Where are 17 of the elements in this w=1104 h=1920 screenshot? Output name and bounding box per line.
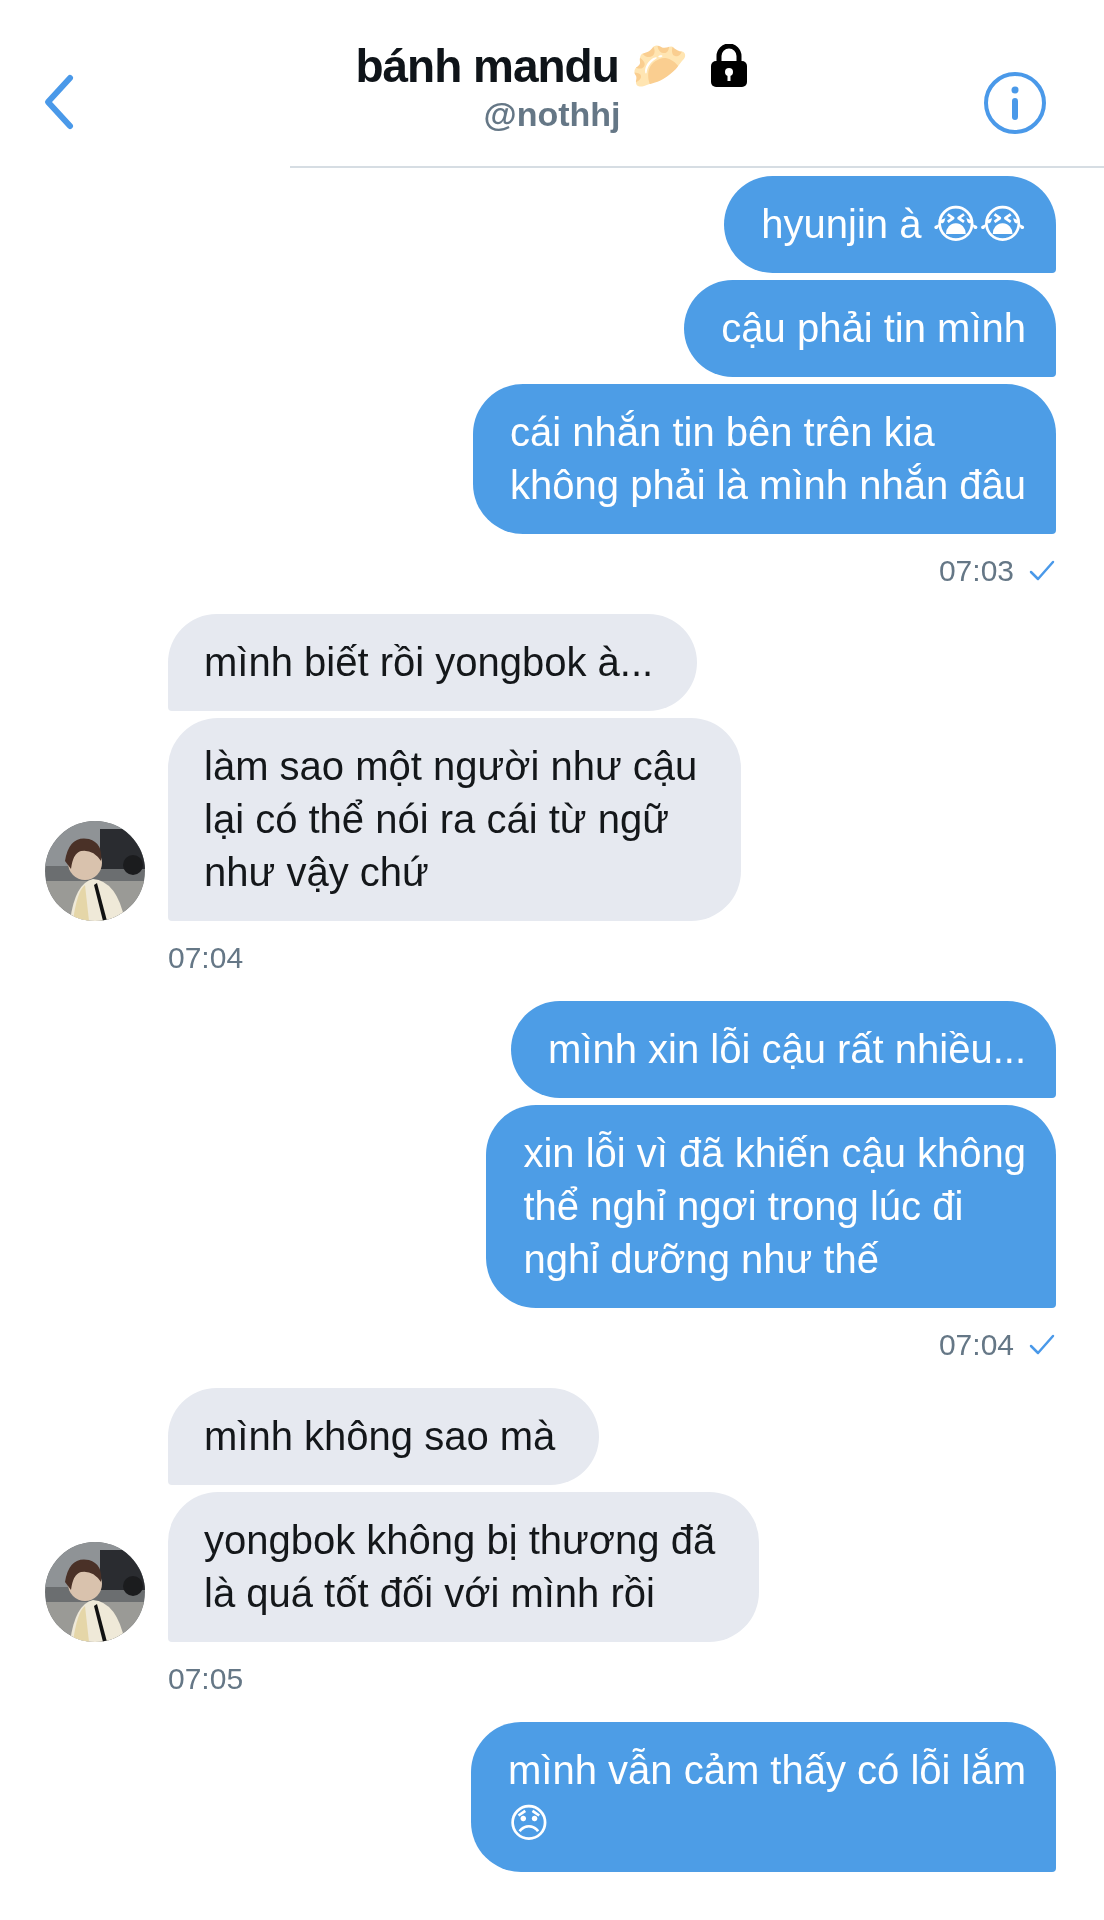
user-handle: @nothhj	[483, 94, 621, 134]
message-bubble: hyunjin à 😭😭	[724, 176, 1056, 273]
message-bubble: mình không sao mà	[168, 1388, 600, 1485]
message-bubble: cái nhắn tin bên trên kia không phải là mình nhắn đâu	[473, 384, 1056, 534]
message-bubble: mình biết rồi yongbok à...	[168, 614, 698, 711]
message-bubble: xin lỗi vì đã khiến cậu không thể nghỉ ngơi trong lúc đi nghỉ dưỡng như thế	[486, 1105, 1056, 1308]
message-time: 07:05	[168, 1662, 244, 1696]
message-bubble: yongbok không bị thương đã là quá tốt đối với mình rồi	[168, 1492, 760, 1642]
info-icon[interactable]	[982, 70, 1048, 136]
message-time: 07:04	[938, 1328, 1014, 1362]
message-bubble: mình vẫn cảm thấy có lỗi lắm 😞	[471, 1722, 1056, 1872]
message-bubble: làm sao một người như cậu lại có thể nói ra cái từ ngữ như vậy chứ	[168, 718, 742, 921]
message-bubble: cậu phải tin mình	[684, 280, 1056, 377]
message-time: 07:04	[168, 941, 244, 975]
message-bubble: mình xin lỗi cậu rất nhiều...	[510, 1001, 1056, 1098]
conversation-title: bánh mandu 🥟	[355, 38, 687, 93]
message-time: 07:03	[938, 554, 1014, 588]
